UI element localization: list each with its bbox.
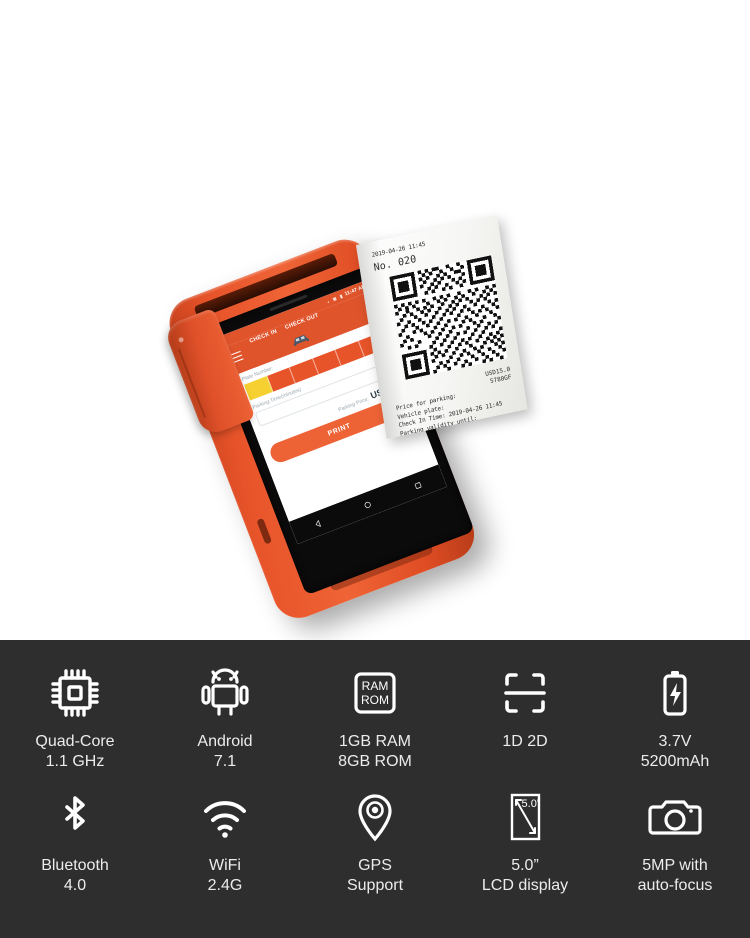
housing-seam-line	[177, 348, 207, 419]
camera-icon	[647, 786, 703, 848]
spec-label: Quad-Core 1.1 GHz	[35, 732, 114, 772]
spec-line-1: Android	[197, 733, 253, 750]
spec-scanner: 1D 2D	[450, 662, 600, 772]
spec-line-1: Quad-Core	[35, 733, 115, 750]
barcode-scanner-icon	[497, 662, 553, 724]
cpu-chip-icon	[47, 662, 103, 724]
screen-size-icon: 5.0”	[497, 786, 553, 848]
spec-label: 3.7V 5200mAh	[641, 732, 710, 772]
spec-line-1: 5MP with	[642, 857, 708, 874]
spec-android: Android 7.1	[150, 662, 300, 772]
spec-line-1: GPS	[358, 857, 392, 874]
product-photo-area: 11:47 AM CHECK IN CHECK OUT Plate Number…	[0, 0, 750, 640]
spec-label: Android 7.1	[197, 732, 252, 772]
spec-display: 5.0” 5.0” LCD display	[450, 786, 600, 896]
svg-text:RAM: RAM	[362, 679, 389, 693]
circle-home-icon[interactable]	[362, 498, 374, 510]
wifi-status-icon	[326, 301, 329, 303]
screen-size-badge-text: 5.0”	[522, 798, 541, 810]
spec-line-1: WiFi	[209, 857, 241, 874]
android-robot-icon	[197, 662, 253, 724]
spec-line-1: Bluetooth	[41, 857, 109, 874]
spec-line-1: 3.7V	[658, 733, 692, 750]
spec-label: 1D 2D	[502, 732, 547, 752]
spec-line-2: Support	[346, 877, 404, 894]
spec-line-2: auto-focus	[637, 877, 713, 894]
spec-label: 1GB RAM 8GB ROM	[338, 732, 412, 772]
spec-label: GPS Support	[347, 856, 403, 896]
spec-gps: GPS Support	[300, 786, 450, 896]
triangle-back-icon[interactable]	[312, 518, 324, 530]
spec-bluetooth: Bluetooth 4.0	[0, 786, 150, 896]
wifi-icon	[197, 786, 253, 848]
spec-label: 5.0” LCD display	[482, 856, 568, 896]
spec-line-2: 8GB ROM	[338, 753, 412, 770]
spec-label: 5MP with auto-focus	[638, 856, 713, 896]
svg-text:ROM: ROM	[361, 693, 389, 707]
spec-line-2: LCD display	[481, 877, 569, 894]
spec-line-2: 5200mAh	[640, 753, 710, 770]
pos-terminal-device: 11:47 AM CHECK IN CHECK OUT Plate Number…	[143, 175, 608, 640]
spec-line-2: 2.4G	[207, 877, 243, 894]
battery-icon	[647, 662, 703, 724]
ram-rom-icon: RAM ROM	[347, 662, 403, 724]
spec-row-1: Quad-Core 1.1 GHz Android 7.1 RAM ROM 1G…	[0, 640, 750, 772]
sim-status-icon	[332, 296, 337, 301]
bluetooth-icon	[47, 786, 103, 848]
battery-status-icon	[339, 294, 343, 299]
spec-wifi: WiFi 2.4G	[150, 786, 300, 896]
housing-highlight-dot	[177, 336, 185, 344]
spec-line-2: 7.1	[213, 753, 237, 770]
spec-camera: 5MP with auto-focus	[600, 786, 750, 896]
spec-line-2: 4.0	[63, 877, 87, 894]
side-power-button[interactable]	[256, 517, 273, 545]
spec-line-2: 1.1 GHz	[45, 753, 105, 770]
spec-label: WiFi 2.4G	[208, 856, 243, 896]
qr-code-icon	[389, 255, 508, 380]
spec-line-1: 5.0”	[511, 857, 539, 874]
spec-label: Bluetooth 4.0	[41, 856, 109, 896]
spec-line-1: 1D 2D	[502, 733, 548, 750]
specification-panel: Quad-Core 1.1 GHz Android 7.1 RAM ROM 1G…	[0, 640, 750, 938]
spec-memory: RAM ROM 1GB RAM 8GB ROM	[300, 662, 450, 772]
spec-battery: 3.7V 5200mAh	[600, 662, 750, 772]
car-icon	[293, 335, 310, 346]
spec-row-2: Bluetooth 4.0 WiFi 2.4G GPS Support 5.0”…	[0, 772, 750, 896]
square-recents-icon[interactable]	[412, 479, 424, 491]
printed-receipt: 2019-04-26 11:45 No. 020 USD15.0 5780GF …	[355, 215, 528, 439]
spec-line-1: 1GB RAM	[338, 733, 411, 750]
spec-quad-core: Quad-Core 1.1 GHz	[0, 662, 150, 772]
gps-pin-icon	[347, 786, 403, 848]
